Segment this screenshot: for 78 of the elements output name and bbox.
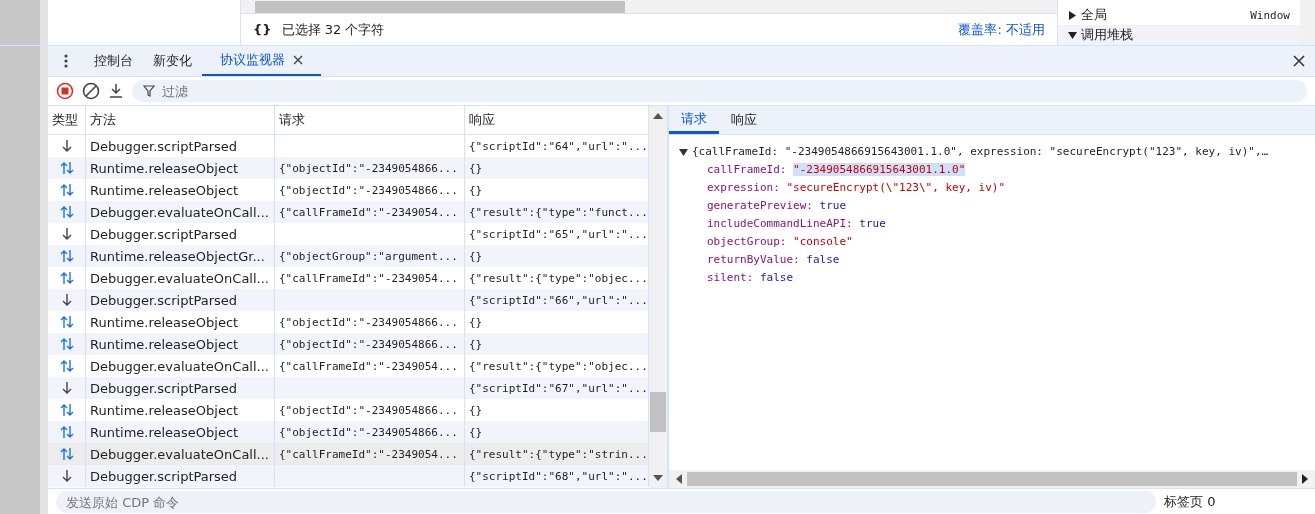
scroll-down-icon[interactable] bbox=[653, 474, 663, 482]
down-arrow-icon bbox=[61, 469, 72, 483]
scroll-right-icon[interactable] bbox=[1301, 474, 1309, 484]
table-cell: Runtime.releaseObjectGr... bbox=[86, 245, 275, 267]
table-row[interactable]: Debugger.evaluateOnCall... {"callFrameId":"-2349054... {"result":{"type":"funct... bbox=[48, 201, 649, 223]
property-line: includeCommandLineAPI: true bbox=[706, 216, 887, 232]
up-down-arrows-icon bbox=[59, 359, 74, 373]
down-arrow-icon bbox=[61, 381, 72, 395]
table-cell: Debugger.scriptParsed bbox=[86, 377, 275, 399]
format-icon[interactable]: {} bbox=[253, 22, 272, 37]
selection-status: 已选择 32 个字符 bbox=[281, 20, 385, 39]
drawer-tab[interactable]: 协议监视器 bbox=[202, 46, 321, 76]
property-line: callFrameId: "-2349054866915643001.1.0" bbox=[706, 162, 967, 178]
up-down-arrows-icon bbox=[59, 249, 74, 263]
table-row[interactable]: Debugger.scriptParsed {"scriptId":"67","url":"... bbox=[48, 377, 649, 399]
down-arrow-icon bbox=[61, 293, 72, 307]
column-header[interactable]: 方法 bbox=[86, 106, 275, 134]
scrollbar-thumb[interactable] bbox=[255, 0, 625, 13]
down-arrow-icon bbox=[61, 139, 72, 153]
drawer-tab[interactable]: 新变化 bbox=[143, 46, 202, 76]
scrollbar-thumb[interactable] bbox=[650, 392, 666, 432]
column-header[interactable]: 类型 bbox=[48, 106, 86, 134]
property-line: generatePreview: true bbox=[706, 198, 848, 214]
table-cell: {"objectGroup":"argument... bbox=[275, 245, 465, 267]
table-cell: {"callFrameId":"-2349054... bbox=[275, 201, 465, 223]
detail-tab[interactable]: 响应 bbox=[719, 106, 769, 134]
table-cell: {"objectId":"-2349054866... bbox=[275, 157, 465, 179]
down-arrow-icon bbox=[61, 227, 72, 241]
table-cell: Debugger.scriptParsed bbox=[86, 465, 275, 487]
coverage-link[interactable]: 覆盖率: 不适用 bbox=[958, 20, 1045, 39]
table-cell: Debugger.evaluateOnCall... bbox=[86, 201, 275, 223]
filter-field[interactable]: 过滤 bbox=[132, 80, 1307, 102]
drawer-tab[interactable]: 控制台 bbox=[84, 46, 143, 76]
up-down-arrows-icon bbox=[59, 447, 74, 461]
scroll-up-icon[interactable] bbox=[653, 112, 663, 120]
close-icon[interactable] bbox=[1293, 55, 1305, 67]
up-down-arrows-icon bbox=[59, 183, 74, 197]
filter-icon bbox=[143, 85, 155, 97]
property-line: silent: false bbox=[706, 270, 795, 286]
table-row[interactable]: Debugger.scriptParsed {"scriptId":"66","url":"... bbox=[48, 289, 649, 311]
table-row[interactable]: Runtime.releaseObject {"objectId":"-2349054866... {} bbox=[48, 421, 649, 443]
property-line: returnByValue: false bbox=[706, 252, 841, 268]
target-selector[interactable]: 标签页 0 bbox=[1164, 493, 1216, 511]
up-down-arrows-icon bbox=[59, 161, 74, 175]
table-cell: {"objectId":"-2349054866... bbox=[275, 333, 465, 355]
up-down-arrows-icon bbox=[59, 315, 74, 329]
table-row[interactable]: Runtime.releaseObject {"objectId":"-2349054866... {} bbox=[48, 333, 649, 355]
more-menu-icon[interactable] bbox=[64, 54, 68, 68]
property-line: objectGroup: "console" bbox=[706, 234, 854, 250]
scrollbar-thumb[interactable] bbox=[687, 472, 1297, 486]
table-row[interactable]: Runtime.releaseObject {"objectId":"-2349054866... {} bbox=[48, 157, 649, 179]
up-down-arrows-icon bbox=[59, 271, 74, 285]
up-down-arrows-icon bbox=[59, 425, 74, 439]
scroll-left-icon[interactable] bbox=[675, 474, 683, 484]
stop-recording-icon[interactable] bbox=[56, 82, 74, 100]
table-row[interactable]: Debugger.scriptParsed {"scriptId":"68","url":"... bbox=[48, 465, 649, 487]
collapsed-triangle-icon bbox=[1068, 10, 1077, 20]
table-cell: Runtime.releaseObject bbox=[86, 333, 275, 355]
detail-tab[interactable]: 请求 bbox=[669, 106, 719, 134]
download-icon[interactable] bbox=[108, 83, 124, 99]
close-icon[interactable] bbox=[293, 55, 303, 65]
scope-value: Window bbox=[1250, 8, 1290, 22]
table-row[interactable]: Debugger.evaluateOnCall... {"callFrameId":"-2349054... {"result":{"type":"strin... bbox=[48, 443, 649, 465]
up-down-arrows-icon bbox=[59, 337, 74, 351]
table-row[interactable]: Runtime.releaseObjectGr... {"objectGroup":"argument... {} bbox=[48, 245, 649, 267]
up-down-arrows-icon bbox=[59, 403, 74, 417]
command-field[interactable]: 发送原始 CDP 命令 bbox=[56, 491, 1156, 513]
table-cell: Runtime.releaseObject bbox=[86, 157, 275, 179]
expanded-triangle-icon[interactable] bbox=[679, 147, 688, 157]
clear-icon[interactable] bbox=[82, 82, 100, 100]
object-summary: {callFrameId: "-2349054866915643001.1.0", expression: "secureEncrypt("123", key, iv)",… bbox=[692, 144, 1269, 160]
column-header[interactable]: 请求 bbox=[275, 106, 465, 134]
scope-item[interactable]: 全局 Window bbox=[1058, 5, 1300, 25]
table-cell: Debugger.scriptParsed bbox=[86, 289, 275, 311]
property-line: expression: "secureEncrypt(\"123\", key, iv)" bbox=[706, 180, 1007, 196]
up-down-arrows-icon bbox=[59, 205, 74, 219]
expanded-triangle-icon bbox=[1068, 30, 1077, 40]
scope-item[interactable]: 调用堆栈 bbox=[1058, 25, 1300, 45]
